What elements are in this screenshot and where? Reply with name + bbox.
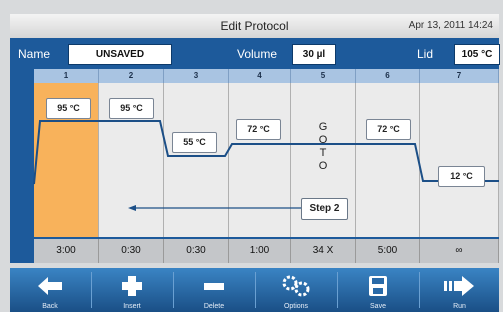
goto-arrow-head <box>128 205 136 211</box>
volume-label: Volume <box>237 47 278 61</box>
lid-label: Lid <box>417 47 434 61</box>
back-arrow-icon <box>38 277 62 295</box>
volume-field[interactable]: 30 µl <box>292 44 336 65</box>
temperature-setpoint[interactable]: 55 °C <box>172 132 217 153</box>
bottom-toolbar: Back Insert Delete Options Save Run <box>10 268 499 312</box>
goto-letter: O <box>318 134 328 146</box>
datetime-display: Apr 13, 2011 14:24 <box>408 20 493 31</box>
options-button[interactable]: Options <box>256 268 336 312</box>
plus-icon <box>122 276 142 296</box>
minus-icon <box>204 283 224 290</box>
temperature-setpoint[interactable]: 95 °C <box>46 98 91 119</box>
thermal-cycler-screen: Edit Protocol Apr 13, 2011 14:24 Name UN… <box>0 0 503 312</box>
temperature-setpoint[interactable]: 12 °C <box>438 166 485 187</box>
gears-icon <box>282 275 310 297</box>
goto-target-step[interactable]: Step 2 <box>301 198 348 220</box>
options-label: Options <box>283 303 309 310</box>
temperature-setpoint[interactable]: 72 °C <box>236 119 281 140</box>
name-field[interactable]: UNSAVED <box>68 44 172 65</box>
insert-label: Insert <box>123 303 141 310</box>
name-label: Name <box>18 47 51 61</box>
run-arrow-icon <box>444 276 474 296</box>
floppy-disk-icon <box>369 276 387 296</box>
delete-button[interactable]: Delete <box>174 268 254 312</box>
title-bar: Edit Protocol Apr 13, 2011 14:24 <box>10 14 499 39</box>
back-button[interactable]: Back <box>10 268 90 312</box>
temperature-setpoint[interactable]: 95 °C <box>109 98 154 119</box>
save-label: Save <box>370 303 386 310</box>
goto-letter: T <box>319 147 327 159</box>
goto-letter: G <box>318 121 328 133</box>
lid-temperature-field[interactable]: 105 °C <box>454 44 500 65</box>
protocol-steps-grid: 1 3:00 2 0:30 3 0:30 4 1:00 5 34 X 6 5:0… <box>10 69 499 263</box>
back-label: Back <box>42 303 58 310</box>
delete-label: Delete <box>203 303 225 310</box>
save-button[interactable]: Save <box>338 268 418 312</box>
run-button[interactable]: Run <box>420 268 499 312</box>
temperature-setpoint[interactable]: 72 °C <box>366 119 411 140</box>
goto-letter: O <box>318 160 328 172</box>
insert-button[interactable]: Insert <box>92 268 172 312</box>
run-label: Run <box>453 303 466 310</box>
protocol-info-bar: Name UNSAVED Volume 30 µl Lid 105 °C <box>10 38 500 69</box>
